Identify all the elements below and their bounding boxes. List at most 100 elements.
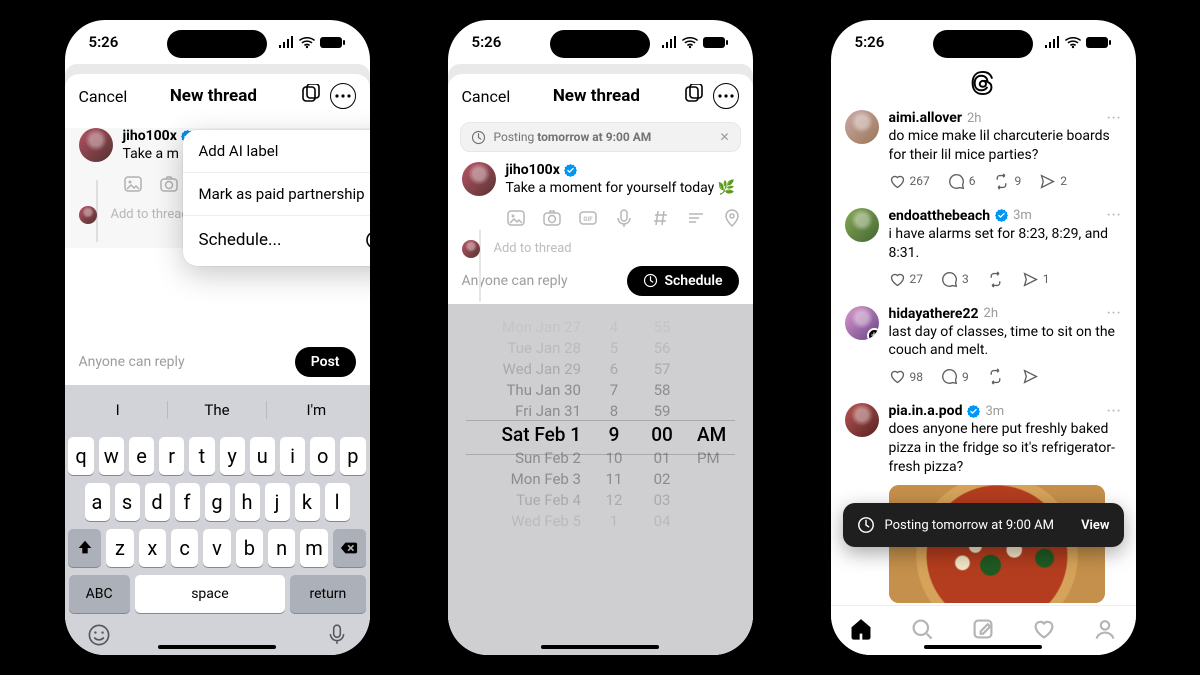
datetime-picker[interactable]: Mon Jan 27455Tue Jan 28556Wed Jan 29657T…: [448, 304, 753, 655]
reply-button[interactable]: 3: [941, 271, 969, 288]
app-logo[interactable]: [831, 64, 1136, 100]
drafts-icon[interactable]: [300, 84, 320, 108]
share-button[interactable]: 1: [1022, 271, 1050, 288]
post-username[interactable]: hidayathere22: [889, 306, 979, 322]
abc-key[interactable]: ABC: [69, 575, 130, 613]
like-button[interactable]: 98: [889, 368, 924, 385]
feed[interactable]: aimi.allover2h··· do mice make lil charc…: [831, 100, 1136, 605]
avatar[interactable]: +: [845, 306, 879, 340]
reply-button[interactable]: 9: [941, 368, 969, 385]
key-i[interactable]: i: [280, 437, 305, 475]
key-j[interactable]: j: [265, 483, 290, 521]
avatar[interactable]: [845, 110, 879, 144]
key-q[interactable]: q: [68, 437, 93, 475]
repost-button[interactable]: 9: [993, 173, 1021, 190]
picker-row[interactable]: Fri Jan 31859: [448, 402, 753, 420]
repost-button[interactable]: [987, 368, 1004, 385]
key-e[interactable]: e: [129, 437, 154, 475]
schedule-button[interactable]: Schedule: [627, 266, 738, 296]
keyboard[interactable]: ITheI'm qwertyuiop asdfghjkl zxcvbnm ABC…: [65, 385, 370, 655]
cancel-button[interactable]: Cancel: [79, 87, 128, 106]
return-key[interactable]: return: [290, 575, 365, 613]
key-c[interactable]: c: [171, 529, 198, 567]
share-button[interactable]: [1022, 368, 1039, 385]
picker-row[interactable]: Tue Jan 28556: [448, 339, 753, 357]
picker-row[interactable]: Mon Feb 31102: [448, 470, 753, 488]
key-k[interactable]: k: [295, 483, 320, 521]
avatar[interactable]: [845, 403, 879, 437]
image-icon[interactable]: [123, 174, 143, 194]
hashtag-icon[interactable]: [650, 208, 670, 228]
tab-search[interactable]: [910, 617, 934, 645]
picker-row[interactable]: Wed Feb 5104: [448, 512, 753, 530]
share-button[interactable]: 2: [1039, 173, 1067, 190]
key-d[interactable]: d: [145, 483, 170, 521]
schedule-banner[interactable]: Posting tomorrow at 9:00 AM ✕: [460, 122, 741, 152]
menu-add-ai-label[interactable]: Add AI label: [183, 130, 370, 173]
drafts-icon[interactable]: [683, 84, 703, 108]
avatar[interactable]: [845, 208, 879, 242]
post-more-button[interactable]: ···: [1107, 404, 1122, 419]
reply-scope[interactable]: Anyone can reply: [79, 354, 185, 370]
picker-row[interactable]: Thu Jan 30758: [448, 381, 753, 399]
post-button[interactable]: Post: [295, 347, 356, 377]
shift-key[interactable]: [68, 529, 101, 567]
menu-paid-partnership[interactable]: Mark as paid partnership: [183, 173, 370, 216]
tab-profile[interactable]: [1093, 617, 1117, 645]
key-l[interactable]: l: [325, 483, 350, 521]
backspace-key[interactable]: [333, 529, 366, 567]
key-a[interactable]: a: [85, 483, 110, 521]
post-more-button[interactable]: ···: [1107, 111, 1122, 126]
emoji-key-icon[interactable]: [87, 623, 111, 647]
add-to-thread[interactable]: Add to thread: [448, 236, 753, 258]
key-f[interactable]: f: [175, 483, 200, 521]
tab-compose[interactable]: [971, 617, 995, 645]
picker-row[interactable]: Sat Feb 1900AM: [448, 423, 753, 446]
composer-text[interactable]: Take a moment for yourself today 🌿: [506, 179, 742, 198]
poll-icon[interactable]: [686, 208, 706, 228]
post-username[interactable]: pia.in.a.pod: [889, 403, 963, 419]
gif-icon[interactable]: [578, 208, 598, 228]
camera-icon[interactable]: [542, 208, 562, 228]
space-key[interactable]: space: [135, 575, 286, 613]
like-button[interactable]: 267: [889, 173, 930, 190]
tab-activity[interactable]: [1032, 617, 1056, 645]
tab-home[interactable]: [849, 617, 873, 645]
key-g[interactable]: g: [205, 483, 230, 521]
post-more-button[interactable]: ···: [1107, 306, 1122, 321]
key-v[interactable]: v: [203, 529, 230, 567]
picker-row[interactable]: Sun Feb 21001PM: [448, 449, 753, 467]
post-username[interactable]: endoatthebeach: [889, 208, 991, 224]
toast-view-button[interactable]: View: [1081, 518, 1109, 533]
picker-row[interactable]: Mon Jan 27455: [448, 318, 753, 336]
keyboard-predictions[interactable]: ITheI'm: [69, 391, 366, 429]
reply-scope[interactable]: Anyone can reply: [462, 273, 568, 289]
schedule-toast[interactable]: Posting tomorrow at 9:00 AM View: [843, 503, 1124, 547]
cancel-button[interactable]: Cancel: [462, 87, 511, 106]
post-username[interactable]: aimi.allover: [889, 110, 962, 126]
location-icon[interactable]: [722, 208, 742, 228]
mic-icon[interactable]: [614, 208, 634, 228]
key-r[interactable]: r: [159, 437, 184, 475]
key-p[interactable]: p: [340, 437, 365, 475]
key-y[interactable]: y: [220, 437, 245, 475]
camera-icon[interactable]: [159, 174, 179, 194]
dictation-icon[interactable]: [326, 623, 348, 645]
menu-schedule[interactable]: Schedule...: [183, 216, 370, 266]
key-n[interactable]: n: [268, 529, 295, 567]
key-u[interactable]: u: [250, 437, 275, 475]
key-s[interactable]: s: [115, 483, 140, 521]
key-z[interactable]: z: [106, 529, 133, 567]
image-icon[interactable]: [506, 208, 526, 228]
dismiss-banner-button[interactable]: ✕: [719, 130, 729, 144]
key-m[interactable]: m: [300, 529, 327, 567]
key-x[interactable]: x: [139, 529, 166, 567]
key-w[interactable]: w: [99, 437, 124, 475]
post-more-button[interactable]: ···: [1107, 208, 1122, 223]
key-o[interactable]: o: [310, 437, 335, 475]
key-h[interactable]: h: [235, 483, 260, 521]
picker-row[interactable]: Tue Feb 41203: [448, 491, 753, 509]
like-button[interactable]: 27: [889, 271, 924, 288]
repost-button[interactable]: [987, 271, 1004, 288]
more-options-button[interactable]: [330, 83, 356, 109]
